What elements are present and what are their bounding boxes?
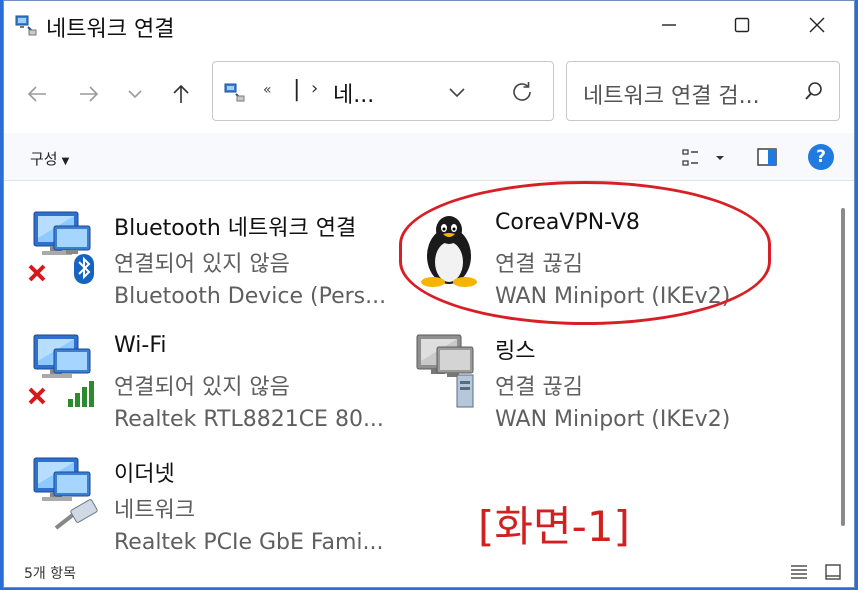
organize-menu-button[interactable]: 구성 ▼ xyxy=(30,148,69,169)
arrow-up-icon xyxy=(173,84,189,103)
scrollbar-thumb[interactable] xyxy=(841,208,845,526)
item-device: Bluetooth Device (Pers... xyxy=(114,284,387,309)
organize-label: 구성 xyxy=(30,150,58,168)
item-status: 연결되어 있지 않음 xyxy=(114,252,290,277)
item-name: Bluetooth 네트워크 연결 xyxy=(114,216,357,241)
list-item-links[interactable]: 링스 연결 끊김 WAN Miniport (IKEv2) xyxy=(387,313,762,432)
preview-pane-icon[interactable] xyxy=(756,146,778,168)
back-button[interactable] xyxy=(20,79,54,109)
refresh-icon[interactable] xyxy=(509,79,535,105)
list-item-ethernet[interactable]: 이더넷 네트워크 Realtek PCIe GbE Fami... xyxy=(6,436,384,555)
item-device: WAN Miniport (IKEv2) xyxy=(495,407,731,432)
close-button[interactable] xyxy=(792,7,842,43)
bluetooth-network-icon xyxy=(28,211,94,284)
wifi-network-icon xyxy=(28,334,94,407)
list-item-bluetooth[interactable]: Bluetooth 네트워크 연결 연결되어 있지 않음 Bluetooth D… xyxy=(6,190,386,309)
minimize-button[interactable] xyxy=(644,7,694,43)
list-item-wifi[interactable]: Wi-Fi 연결되어 있지 않음 Realtek RTL8821CE 80... xyxy=(6,313,384,432)
chevron-down-icon xyxy=(128,90,142,99)
recent-locations-button[interactable] xyxy=(118,79,152,109)
item-status: 네트워크 xyxy=(114,498,195,523)
address-bar[interactable]: « | › 네... xyxy=(212,61,554,121)
ethernet-network-icon xyxy=(33,457,98,530)
up-button[interactable] xyxy=(164,79,198,109)
address-separator: | xyxy=(293,77,301,102)
title-bar[interactable]: 네트워크 연결 xyxy=(4,1,854,51)
caret-down-icon: ▼ xyxy=(61,156,70,167)
annotation-label: [화면-1] xyxy=(478,502,630,551)
search-icon xyxy=(805,82,822,100)
address-overflow-chevron[interactable]: « xyxy=(263,82,272,98)
address-path-text[interactable]: 네... xyxy=(333,77,374,109)
window-title: 네트워크 연결 xyxy=(46,17,175,42)
maximize-button[interactable] xyxy=(717,7,767,43)
network-connections-window: 네트워크 연결 « | › 네... 네트워크 연결 검... 구성 ▼ ? B… xyxy=(3,0,855,588)
item-name: 이더넷 xyxy=(114,462,175,487)
navigation-toolbar: « | › 네... 네트워크 연결 검... xyxy=(4,51,854,133)
help-button[interactable]: ? xyxy=(808,144,834,170)
network-connections-icon xyxy=(15,15,37,36)
change-view-button[interactable] xyxy=(680,147,728,169)
item-name: Wi-Fi xyxy=(114,333,167,358)
tiles-view-icon[interactable] xyxy=(824,563,842,581)
arrow-left-icon xyxy=(27,86,46,102)
highlight-ellipse xyxy=(399,181,771,325)
search-placeholder: 네트워크 연결 검... xyxy=(583,84,760,109)
item-status: 연결되어 있지 않음 xyxy=(114,375,290,400)
minimize-icon xyxy=(662,24,676,26)
search-input[interactable]: 네트워크 연결 검... xyxy=(566,61,840,121)
address-breadcrumb-arrow[interactable]: › xyxy=(311,78,318,99)
item-status: 연결 끊김 xyxy=(495,375,583,400)
close-icon xyxy=(809,17,825,33)
item-name: 링스 xyxy=(495,339,536,364)
command-bar: 구성 ▼ ? xyxy=(4,133,854,181)
status-bar: 5개 항목 xyxy=(4,557,854,587)
item-device: Realtek RTL8821CE 80... xyxy=(114,407,384,432)
details-view-icon[interactable] xyxy=(790,563,808,581)
forward-button[interactable] xyxy=(72,79,106,109)
item-count: 5개 항목 xyxy=(24,566,76,582)
arrow-right-icon xyxy=(80,86,99,102)
vpn-computer-icon xyxy=(416,334,474,408)
vertical-scrollbar[interactable] xyxy=(836,182,852,556)
maximize-icon xyxy=(734,17,750,33)
network-folder-icon xyxy=(224,83,245,102)
item-device: Realtek PCIe GbE Fami... xyxy=(114,530,384,555)
chevron-down-icon[interactable] xyxy=(445,80,469,104)
